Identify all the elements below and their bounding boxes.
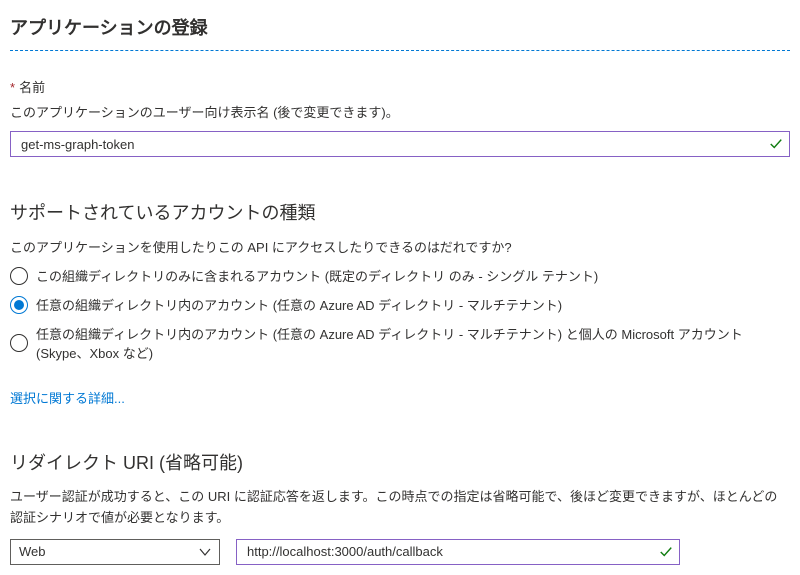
radio-label: 任意の組織ディレクトリ内のアカウント (任意の Azure AD ディレクトリ … bbox=[36, 295, 562, 314]
account-types-title: サポートされているアカウントの種類 bbox=[10, 199, 790, 225]
name-label: 名前 bbox=[19, 80, 45, 95]
redirect-uri-input[interactable] bbox=[245, 543, 653, 560]
name-description: このアプリケーションのユーザー向け表示名 (後で変更できます)。 bbox=[10, 102, 790, 121]
check-icon bbox=[769, 137, 783, 151]
account-type-option-multi-tenant[interactable]: 任意の組織ディレクトリ内のアカウント (任意の Azure AD ディレクトリ … bbox=[10, 295, 790, 314]
account-types-help-link[interactable]: 選択に関する詳細... bbox=[10, 388, 125, 407]
account-type-option-single-tenant[interactable]: この組織ディレクトリのみに含まれるアカウント (既定のディレクトリ のみ - シ… bbox=[10, 266, 790, 285]
required-star-icon: * bbox=[10, 80, 15, 95]
chevron-down-icon bbox=[199, 546, 211, 558]
redirect-platform-select[interactable]: Web bbox=[10, 539, 220, 565]
separator bbox=[10, 50, 790, 51]
account-type-option-multi-tenant-personal[interactable]: 任意の組織ディレクトリ内のアカウント (任意の Azure AD ディレクトリ … bbox=[10, 324, 790, 362]
redirect-uri-row: Web bbox=[10, 539, 790, 565]
name-input[interactable] bbox=[19, 136, 763, 153]
redirect-uri-description: ユーザー認証が成功すると、この URI に認証応答を返します。この時点での指定は… bbox=[10, 487, 790, 529]
check-icon bbox=[659, 545, 673, 559]
page-title: アプリケーションの登録 bbox=[10, 10, 790, 50]
radio-icon bbox=[10, 296, 28, 314]
radio-icon bbox=[10, 267, 28, 285]
redirect-uri-title: リダイレクト URI (省略可能) bbox=[10, 449, 790, 475]
radio-label: 任意の組織ディレクトリ内のアカウント (任意の Azure AD ディレクトリ … bbox=[36, 324, 790, 362]
radio-icon bbox=[10, 334, 28, 352]
redirect-platform-value: Web bbox=[19, 544, 46, 559]
name-label-row: * 名前 bbox=[10, 77, 790, 96]
radio-label: この組織ディレクトリのみに含まれるアカウント (既定のディレクトリ のみ - シ… bbox=[36, 266, 598, 285]
redirect-uri-input-wrap[interactable] bbox=[236, 539, 680, 565]
account-types-question: このアプリケーションを使用したりこの API にアクセスしたりできるのはだれです… bbox=[10, 237, 790, 256]
name-input-wrap[interactable] bbox=[10, 131, 790, 157]
